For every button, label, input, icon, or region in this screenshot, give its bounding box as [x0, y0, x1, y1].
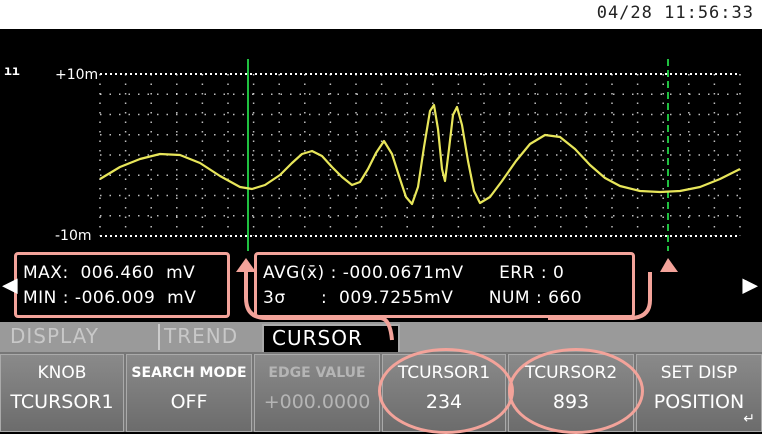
tab-trend[interactable]: TREND: [158, 324, 238, 350]
run-status-icon: ıı: [4, 64, 20, 79]
avg-sigma-readout: AVG(x̄) : -000.0671mV ERR : 0 3σ : 009.7…: [254, 252, 635, 318]
min-max-readout: MAX: 006.460 mV MIN : -006.009 mV: [14, 252, 230, 318]
set-disp-value: POSITION: [653, 391, 745, 413]
waveform-svg: [99, 59, 741, 251]
arrowhead-tcursor2: [660, 258, 678, 272]
tcursor2-label: TCURSOR2: [524, 363, 618, 383]
softkey-bar: KNOB TCURSOR1 SEARCH MODE OFF EDGE VALUE…: [0, 352, 762, 432]
tab-bar: DISPLAY TREND CURSOR: [0, 322, 762, 352]
tcursor2-button[interactable]: TCURSOR2 893: [508, 354, 634, 432]
scroll-left-icon[interactable]: ◀: [2, 270, 18, 300]
tcursor2-value: 893: [552, 391, 590, 413]
scroll-right-icon[interactable]: ▶: [742, 270, 758, 300]
avg-value: AVG(x̄) : -000.0671mV ERR : 0: [263, 263, 565, 283]
y-top-label: +10m: [55, 67, 99, 83]
knob-label: KNOB: [37, 363, 87, 383]
arrowhead-tcursor1: [236, 258, 256, 272]
tcursor1-value: 234: [425, 391, 463, 413]
edge-value-value: +000.0000: [263, 391, 371, 413]
set-disp-label: SET DISP: [660, 363, 738, 383]
status-bar: 04/28 11:56:33: [0, 0, 762, 29]
y-bottom-label: -10m: [55, 228, 92, 244]
tab-cursor[interactable]: CURSOR: [262, 324, 400, 352]
edge-value-label: EDGE VALUE: [268, 365, 366, 381]
edge-value-button: EDGE VALUE +000.0000: [254, 354, 380, 432]
tcursor1-button[interactable]: TCURSOR1 234: [382, 354, 506, 432]
knob-button[interactable]: KNOB TCURSOR1: [0, 354, 124, 432]
tcursor1-label: TCURSOR1: [397, 363, 491, 383]
search-mode-value: OFF: [170, 391, 208, 413]
search-mode-button[interactable]: SEARCH MODE OFF: [126, 354, 252, 432]
corner-arrow-icon: ↵: [743, 411, 755, 427]
search-mode-label: SEARCH MODE: [131, 365, 247, 381]
max-value: MAX: 006.460 mV: [23, 263, 196, 283]
set-disp-position-button[interactable]: SET DISP POSITION ↵: [636, 354, 762, 432]
tab-display[interactable]: DISPLAY: [10, 324, 99, 350]
datetime: 04/28 11:56:33: [596, 3, 754, 23]
sigma-value: 3σ : 009.7255mV NUM : 660: [263, 288, 583, 308]
waveform-plot: +10m -10m: [0, 29, 762, 251]
min-value: MIN : -006.009 mV: [23, 288, 197, 308]
knob-value: TCURSOR1: [10, 391, 114, 413]
